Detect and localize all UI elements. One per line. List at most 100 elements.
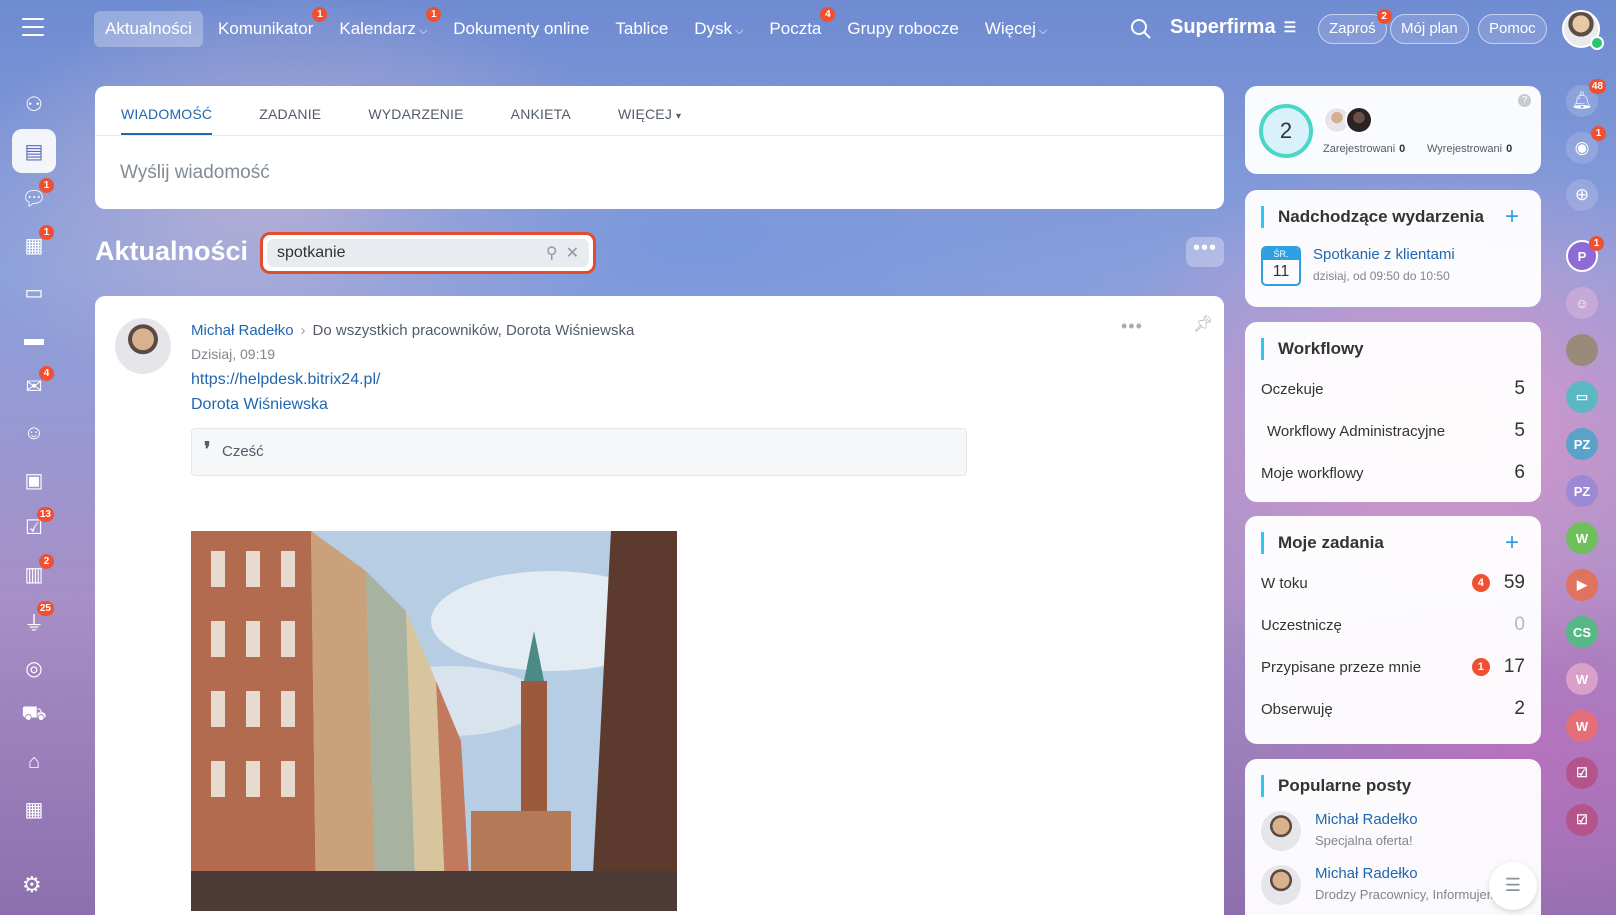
filter-search-input[interactable]: spotkanie [277,244,538,262]
rail-chat-avatar[interactable]: P1 [1566,236,1604,272]
post-date[interactable]: Dzisiaj, 09:19 [191,346,275,362]
nav-item-documents[interactable]: Dokumenty online [442,11,600,47]
sidebar-item-groups[interactable]: ☺ [12,411,56,455]
notifications-bell-icon[interactable]: 🔔︎ 48 [1566,79,1606,117]
post-author-avatar[interactable] [115,318,171,374]
event-item[interactable]: ŚR. 11 Spotkanie z klientami dzisiaj, od… [1261,246,1455,286]
task-row[interactable]: Obserwuję 2 [1245,688,1541,730]
rail-video-icon[interactable]: ▶ [1566,569,1598,601]
event-title[interactable]: Spotkanie z klientami [1313,246,1455,263]
menu-icon[interactable] [22,18,44,36]
tab-event[interactable]: WYDARZENIE [368,86,463,135]
rail-chat-avatar[interactable]: PZ [1566,475,1598,507]
feed-filter[interactable]: spotkanie ⚲ ✕ [260,232,596,274]
rail-chat-avatar[interactable]: PZ [1566,428,1598,460]
nav-item-more[interactable]: Więcej ⌵ [974,11,1058,47]
workflow-row[interactable]: Workflowy Administracyjne 5 [1245,410,1541,452]
sidebar-item-crm-cards[interactable]: ▥ 2 [12,552,56,596]
help-icon[interactable]: ? [1518,94,1531,107]
tab-task[interactable]: ZADANIE [259,86,321,135]
post-link[interactable]: https://helpdesk.bitrix24.pl/ [191,371,380,389]
nav-item-workgroups[interactable]: Grupy robocze [836,11,970,47]
nav-item-boards[interactable]: Tablice [604,11,679,47]
my-plan-label: Mój plan [1401,20,1458,37]
nav-item-messenger[interactable]: Komunikator 1 [207,7,328,47]
nav-item-calendar[interactable]: Kalendarz ⌵ 1 [328,7,442,47]
sidebar-item-mail[interactable]: ✉ 4 [12,364,56,408]
rail-task-icon[interactable]: ☑ [1566,804,1598,836]
task-row[interactable]: W toku 4 59 [1245,562,1541,604]
sidebar-item-documents[interactable]: ▭ [12,270,56,314]
nav-item-feed[interactable]: Aktualności [94,11,203,47]
workflow-row[interactable]: Oczekuje 5 [1245,368,1541,410]
feed-more-button[interactable]: ••• [1186,237,1224,267]
sidebar-item-schedule[interactable]: ▦ [12,787,56,831]
sidebar-item-boards[interactable]: ▣ [12,458,56,502]
nav-item-mail[interactable]: Poczta 4 [758,7,836,47]
registered-label: Zarejestrowani 0 [1323,143,1405,155]
help-label: Pomoc [1489,20,1536,37]
popular-post-author[interactable]: Michał Radełko [1315,811,1418,828]
activity-icon[interactable]: ◉ 1 [1566,126,1606,164]
list-menu-icon[interactable]: ☰ [1489,862,1537,910]
user-avatar[interactable] [1562,10,1604,50]
sidebar-item-shop[interactable]: ⛟ [12,693,56,737]
close-icon[interactable]: ✕ [566,243,579,263]
search-icon[interactable]: ⚲ [546,243,558,263]
left-sidebar: ⚇ ▤ 💬︎ 1 ▦ 1 ▭ ▬ ✉ 4 ☺ ▣ ☑ 13 ▥ 2 ⏚ 25 ◎ ⛟ ⌂ ▦… [0,0,70,915]
rail-chat-avatar[interactable]: W [1566,522,1598,554]
sidebar-item-goals[interactable]: ◎ [12,646,56,690]
tab-message[interactable]: WIADOMOŚĆ [121,86,213,135]
rail-chat-avatar[interactable]: CS [1566,616,1598,648]
sidebar-item-feed[interactable]: ▤ [12,129,56,173]
sidebar-item-warehouse[interactable]: ⌂ [12,740,56,784]
row-label: Uczestniczę [1261,616,1342,634]
rail-chat-avatar[interactable]: W [1566,663,1598,695]
sidebar-item-calendar[interactable]: ▦ 1 [12,223,56,267]
company-brand[interactable]: Superfirma ☰ [1170,16,1296,39]
row-value: 5 [1514,378,1525,399]
popular-post-author[interactable]: Michał Radełko [1315,865,1507,882]
rail-photo-avatar[interactable] [1566,334,1598,366]
invite-badge: 2 [1376,9,1392,24]
task-row[interactable]: Przypisane przeze mnie 1 17 [1245,646,1541,688]
help-button[interactable]: Pomoc [1478,14,1547,44]
tab-poll[interactable]: ANKIETA [511,86,571,135]
row-value: 0 [1514,614,1525,635]
post-image[interactable] [191,531,677,911]
sidebar-item-funnel[interactable]: ⏚ 25 [12,599,56,643]
sidebar-item-tasks[interactable]: ☑ 13 [12,505,56,549]
post-author[interactable]: Michał Radełko [191,322,294,339]
invite-button[interactable]: Zaproś 2 [1318,9,1392,44]
rail-task-icon[interactable]: ☑ [1566,757,1598,789]
post-recipients[interactable]: Do wszystkich pracowników, Dorota Wiśnie… [313,322,635,339]
sidebar-item-crm[interactable]: ⚇ [12,82,56,126]
rail-chat-icon[interactable]: ▭ [1566,381,1598,413]
my-plan-button[interactable]: Mój plan [1390,14,1469,44]
rail-chat-avatar[interactable]: W [1566,710,1598,742]
task-row[interactable]: Uczestniczę 0 [1245,604,1541,646]
sidebar-badge: 2 [39,554,54,569]
add-task-icon[interactable]: + [1505,529,1519,557]
pin-icon[interactable]: 📌︎ [1193,314,1213,334]
counter-badge: 4 [1471,574,1490,592]
message-input[interactable]: Wyślij wiadomość [95,136,1224,184]
sidebar-item-drive[interactable]: ▬ [12,317,56,361]
sidebar-item-messenger[interactable]: 💬︎ 1 [12,176,56,220]
rail-group-icon[interactable]: ☺ [1566,287,1598,319]
search-icon[interactable] [1130,18,1152,40]
online-status-icon [1590,36,1604,50]
registered-avatars[interactable] [1323,106,1373,134]
post-menu-icon[interactable]: ••• [1121,316,1143,337]
nav-item-drive[interactable]: Dysk ⌵ [683,11,754,47]
popular-post-item[interactable]: Michał Radełko Specjalna oferta! [1245,811,1541,851]
tab-more[interactable]: WIĘCEJ ▾ [618,86,681,135]
add-event-icon[interactable]: + [1505,203,1519,231]
avatar [1345,106,1373,134]
post-mention[interactable]: Dorota Wiśniewska [191,396,328,414]
workflow-row[interactable]: Moje workflowy 6 [1245,452,1541,494]
settings-gear-icon[interactable]: ⚙ [22,872,42,898]
registration-count[interactable]: 2 [1259,104,1313,158]
search-chat-icon[interactable]: ⊕ [1566,179,1598,211]
post-header: Michał Radełko › Do wszystkich pracowników… [191,322,634,339]
